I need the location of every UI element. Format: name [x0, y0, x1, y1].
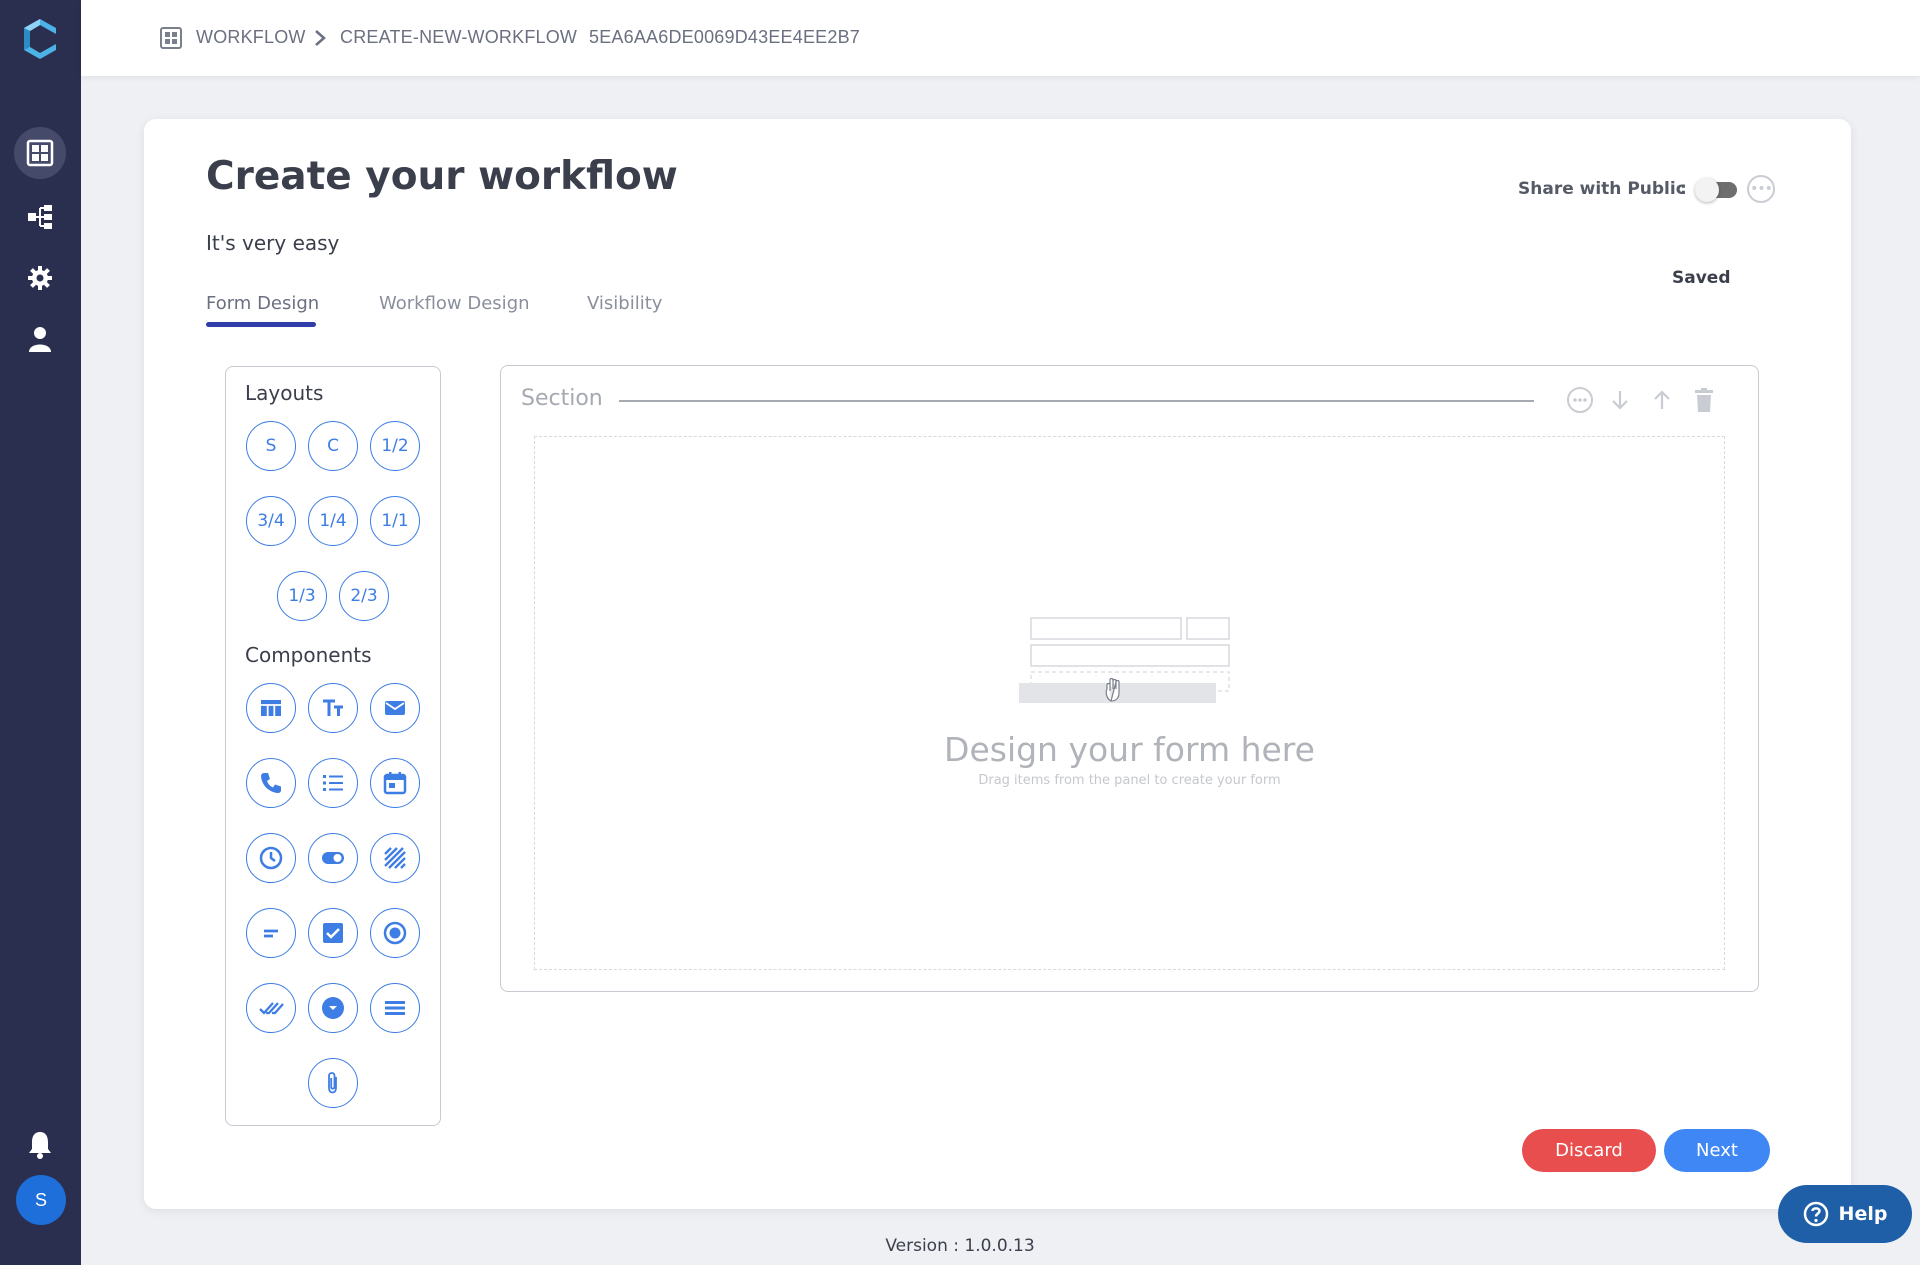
component-toggle-button[interactable] [308, 833, 358, 883]
layout-third-button[interactable]: 1/3 [277, 571, 327, 621]
menu-lines-icon [385, 1001, 405, 1015]
component-date-button[interactable] [370, 758, 420, 808]
app-logo-icon[interactable] [22, 17, 58, 61]
discard-button[interactable]: Discard [1522, 1129, 1656, 1172]
component-attachment-button[interactable] [308, 1058, 358, 1108]
radio-icon [383, 921, 407, 945]
nav-dashboard[interactable] [14, 127, 66, 179]
component-pattern-button[interactable] [370, 833, 420, 883]
tab-form-design[interactable]: Form Design [206, 293, 319, 314]
page-title: Create your workflow [206, 154, 678, 199]
clock-icon [259, 846, 283, 870]
more-options-button[interactable]: ••• [1747, 175, 1775, 203]
short-text-icon [264, 929, 278, 938]
section-divider [619, 400, 1534, 402]
help-icon [1803, 1201, 1828, 1227]
top-bar: WORKFLOW CREATE-NEW-WORKFLOW 5EA6AA6DE00… [81, 0, 1920, 76]
section-move-down-button[interactable] [1606, 386, 1634, 414]
component-short-text-button[interactable] [246, 908, 296, 958]
arrow-down-icon [1612, 391, 1628, 410]
section-more-button[interactable] [1566, 386, 1594, 414]
grid-icon [160, 27, 182, 49]
dropdown-icon [322, 997, 344, 1019]
form-drop-zone[interactable]: Design your form here Drag items from th… [534, 436, 1725, 970]
component-radio-button[interactable] [370, 908, 420, 958]
nav-settings[interactable] [14, 252, 66, 304]
page-subtitle: It's very easy [206, 231, 340, 255]
component-phone-button[interactable] [246, 758, 296, 808]
bell-icon [29, 1132, 51, 1159]
section-delete-button[interactable] [1690, 386, 1718, 414]
text-format-icon [323, 699, 343, 716]
form-section: Section Design your form here Drag items [500, 365, 1759, 992]
avatar[interactable]: S [16, 1175, 66, 1225]
list-icon [323, 775, 343, 791]
section-title[interactable]: Section [521, 386, 603, 411]
checkbox-icon [323, 923, 343, 943]
double-check-icon [259, 1002, 284, 1015]
empty-form-subtitle: Drag items from the panel to create your… [978, 773, 1281, 788]
component-dropdown-button[interactable] [308, 983, 358, 1033]
section-move-up-button[interactable] [1648, 386, 1676, 414]
help-button[interactable]: Help [1778, 1185, 1912, 1243]
component-time-button[interactable] [246, 833, 296, 883]
component-email-button[interactable] [370, 683, 420, 733]
version-label: Version : 1.0.0.13 [885, 1236, 1035, 1256]
workflow-id: 5EA6AA6DE0069D43EE4EE2B7 [589, 27, 860, 47]
active-tab-indicator [206, 322, 316, 327]
toggle-icon [322, 852, 344, 864]
next-button[interactable]: Next [1664, 1129, 1770, 1172]
component-table-button[interactable] [246, 683, 296, 733]
layout-two-thirds-button[interactable]: 2/3 [339, 571, 389, 621]
user-icon [29, 327, 51, 352]
toggle-knob [1695, 178, 1719, 202]
table-icon [261, 700, 281, 716]
layout-c-button[interactable]: C [308, 421, 358, 471]
more-dots-icon: ••• [1750, 181, 1773, 197]
component-palette: Layouts S C 1/2 3/4 1/4 1/1 1/3 2/3 Comp… [225, 366, 441, 1126]
phone-icon [261, 773, 281, 793]
gear-icon [28, 266, 52, 290]
hierarchy-icon [28, 205, 52, 229]
layout-quarter-button[interactable]: 1/4 [308, 496, 358, 546]
more-dots-icon [1567, 387, 1593, 413]
nav-users[interactable] [14, 313, 66, 365]
email-icon [385, 701, 405, 715]
empty-form-title: Design your form here [944, 730, 1315, 769]
breadcrumb-root[interactable]: WORKFLOW [196, 27, 306, 48]
grid-icon [26, 139, 54, 167]
component-list-button[interactable] [308, 758, 358, 808]
layouts-heading: Layouts [245, 381, 324, 405]
arrow-up-icon [1654, 390, 1670, 409]
component-checkbox-button[interactable] [308, 908, 358, 958]
trash-icon [1695, 388, 1713, 412]
save-status: Saved [1672, 268, 1731, 288]
component-lines-button[interactable] [370, 983, 420, 1033]
workflow-card: Create your workflow It's very easy Shar… [144, 119, 1851, 1209]
tab-workflow-design[interactable]: Workflow Design [379, 293, 530, 314]
share-public-label: Share with Public [1518, 179, 1686, 199]
layout-s-button[interactable]: S [246, 421, 296, 471]
share-public-colon: : [1680, 179, 1687, 199]
component-text-button[interactable] [308, 683, 358, 733]
component-multi-select-button[interactable] [246, 983, 296, 1033]
layout-three-quarter-button[interactable]: 3/4 [246, 496, 296, 546]
calendar-icon [383, 772, 407, 795]
drag-illustration-icon [1019, 617, 1230, 703]
components-heading: Components [245, 643, 372, 667]
breadcrumb-current: CREATE-NEW-WORKFLOW [340, 27, 578, 47]
help-label: Help [1838, 1203, 1888, 1225]
notifications-button[interactable] [14, 1119, 66, 1171]
share-public-toggle[interactable] [1695, 178, 1739, 202]
layout-half-button[interactable]: 1/2 [370, 421, 420, 471]
chevron-right-icon [315, 30, 326, 46]
nav-workflow[interactable] [14, 191, 66, 243]
tab-visibility[interactable]: Visibility [587, 293, 662, 314]
hatch-icon [384, 847, 406, 869]
attachment-icon [328, 1072, 337, 1094]
layout-full-button[interactable]: 1/1 [370, 496, 420, 546]
sidebar: S [0, 0, 81, 1265]
